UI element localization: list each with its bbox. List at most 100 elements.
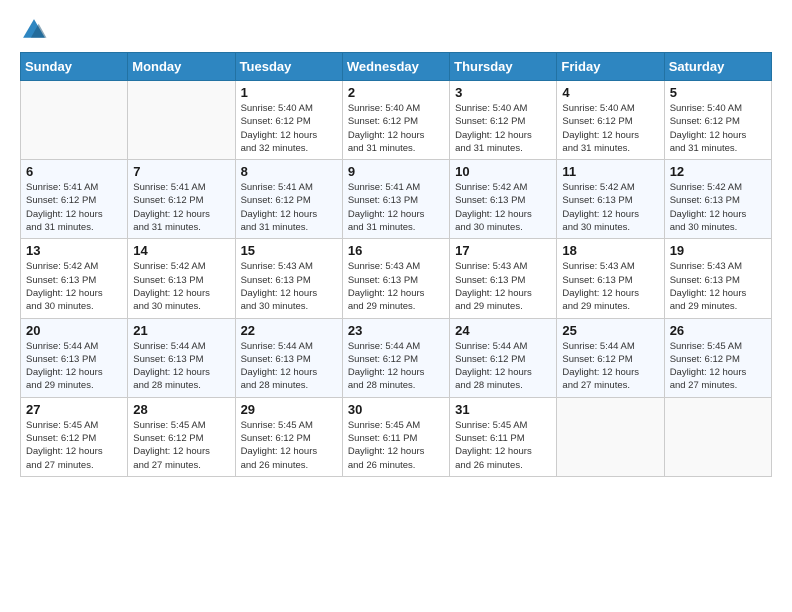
day-number: 8 [241,164,337,179]
day-info: Sunrise: 5:44 AM Sunset: 6:13 PM Dayligh… [133,340,229,393]
day-info: Sunrise: 5:43 AM Sunset: 6:13 PM Dayligh… [348,260,444,313]
weekday-header-thursday: Thursday [450,53,557,81]
day-number: 3 [455,85,551,100]
day-number: 26 [670,323,766,338]
day-info: Sunrise: 5:40 AM Sunset: 6:12 PM Dayligh… [455,102,551,155]
weekday-header-sunday: Sunday [21,53,128,81]
calendar-cell: 20 Sunrise: 5:44 AM Sunset: 6:13 PM Dayli… [21,318,128,397]
weekday-header-friday: Friday [557,53,664,81]
calendar-cell: 30 Sunrise: 5:45 AM Sunset: 6:11 PM Dayli… [342,397,449,476]
day-info: Sunrise: 5:41 AM Sunset: 6:13 PM Dayligh… [348,181,444,234]
day-info: Sunrise: 5:42 AM Sunset: 6:13 PM Dayligh… [670,181,766,234]
calendar-cell: 2 Sunrise: 5:40 AM Sunset: 6:12 PM Daylig… [342,81,449,160]
day-info: Sunrise: 5:45 AM Sunset: 6:12 PM Dayligh… [133,419,229,472]
header [20,16,772,44]
day-info: Sunrise: 5:45 AM Sunset: 6:12 PM Dayligh… [670,340,766,393]
calendar-cell: 10Sunrise: 5:42 AM Sunset: 6:13 PM Dayli… [450,160,557,239]
calendar-cell: 29 Sunrise: 5:45 AM Sunset: 6:12 PM Dayli… [235,397,342,476]
calendar-cell: 8Sunrise: 5:41 AM Sunset: 6:12 PM Daylig… [235,160,342,239]
day-info: Sunrise: 5:45 AM Sunset: 6:11 PM Dayligh… [455,419,551,472]
week-row-3: 13 Sunrise: 5:42 AM Sunset: 6:13 PM Dayli… [21,239,772,318]
calendar-cell [21,81,128,160]
day-info: Sunrise: 5:44 AM Sunset: 6:12 PM Dayligh… [348,340,444,393]
calendar-cell [664,397,771,476]
weekday-header-monday: Monday [128,53,235,81]
page: SundayMondayTuesdayWednesdayThursdayFrid… [0,0,792,493]
calendar-cell: 21 Sunrise: 5:44 AM Sunset: 6:13 PM Dayli… [128,318,235,397]
calendar-cell: 23 Sunrise: 5:44 AM Sunset: 6:12 PM Dayli… [342,318,449,397]
day-number: 9 [348,164,444,179]
day-info: Sunrise: 5:41 AM Sunset: 6:12 PM Dayligh… [133,181,229,234]
day-info: Sunrise: 5:45 AM Sunset: 6:11 PM Dayligh… [348,419,444,472]
calendar-cell: 28 Sunrise: 5:45 AM Sunset: 6:12 PM Dayli… [128,397,235,476]
day-info: Sunrise: 5:42 AM Sunset: 6:13 PM Dayligh… [562,181,658,234]
calendar-cell: 13 Sunrise: 5:42 AM Sunset: 6:13 PM Dayli… [21,239,128,318]
calendar-cell: 25 Sunrise: 5:44 AM Sunset: 6:12 PM Dayli… [557,318,664,397]
day-info: Sunrise: 5:44 AM Sunset: 6:13 PM Dayligh… [26,340,122,393]
day-number: 25 [562,323,658,338]
day-info: Sunrise: 5:45 AM Sunset: 6:12 PM Dayligh… [241,419,337,472]
week-row-1: 1Sunrise: 5:40 AM Sunset: 6:12 PM Daylig… [21,81,772,160]
calendar-cell: 1Sunrise: 5:40 AM Sunset: 6:12 PM Daylig… [235,81,342,160]
day-number: 20 [26,323,122,338]
day-number: 7 [133,164,229,179]
day-number: 17 [455,243,551,258]
day-info: Sunrise: 5:43 AM Sunset: 6:13 PM Dayligh… [455,260,551,313]
day-number: 5 [670,85,766,100]
day-info: Sunrise: 5:40 AM Sunset: 6:12 PM Dayligh… [348,102,444,155]
day-number: 23 [348,323,444,338]
day-number: 21 [133,323,229,338]
calendar-cell: 24Sunrise: 5:44 AM Sunset: 6:12 PM Dayli… [450,318,557,397]
day-number: 18 [562,243,658,258]
day-number: 19 [670,243,766,258]
logo [20,16,52,44]
week-row-4: 20 Sunrise: 5:44 AM Sunset: 6:13 PM Dayli… [21,318,772,397]
calendar-cell: 22Sunrise: 5:44 AM Sunset: 6:13 PM Dayli… [235,318,342,397]
logo-icon [20,16,48,44]
calendar-cell: 17 Sunrise: 5:43 AM Sunset: 6:13 PM Dayli… [450,239,557,318]
calendar-cell: 26 Sunrise: 5:45 AM Sunset: 6:12 PM Dayli… [664,318,771,397]
calendar-cell: 9 Sunrise: 5:41 AM Sunset: 6:13 PM Daylig… [342,160,449,239]
day-number: 2 [348,85,444,100]
calendar-cell: 6Sunrise: 5:41 AM Sunset: 6:12 PM Daylig… [21,160,128,239]
day-info: Sunrise: 5:44 AM Sunset: 6:12 PM Dayligh… [562,340,658,393]
day-number: 30 [348,402,444,417]
day-info: Sunrise: 5:43 AM Sunset: 6:13 PM Dayligh… [670,260,766,313]
calendar-cell: 18Sunrise: 5:43 AM Sunset: 6:13 PM Dayli… [557,239,664,318]
day-info: Sunrise: 5:45 AM Sunset: 6:12 PM Dayligh… [26,419,122,472]
day-info: Sunrise: 5:40 AM Sunset: 6:12 PM Dayligh… [670,102,766,155]
day-number: 27 [26,402,122,417]
calendar-cell: 7 Sunrise: 5:41 AM Sunset: 6:12 PM Daylig… [128,160,235,239]
weekday-header-row: SundayMondayTuesdayWednesdayThursdayFrid… [21,53,772,81]
day-number: 31 [455,402,551,417]
calendar: SundayMondayTuesdayWednesdayThursdayFrid… [20,52,772,477]
day-info: Sunrise: 5:41 AM Sunset: 6:12 PM Dayligh… [26,181,122,234]
day-info: Sunrise: 5:44 AM Sunset: 6:12 PM Dayligh… [455,340,551,393]
day-number: 13 [26,243,122,258]
weekday-header-saturday: Saturday [664,53,771,81]
day-info: Sunrise: 5:40 AM Sunset: 6:12 PM Dayligh… [562,102,658,155]
weekday-header-tuesday: Tuesday [235,53,342,81]
day-number: 15 [241,243,337,258]
calendar-cell: 4 Sunrise: 5:40 AM Sunset: 6:12 PM Daylig… [557,81,664,160]
day-info: Sunrise: 5:40 AM Sunset: 6:12 PM Dayligh… [241,102,337,155]
day-number: 28 [133,402,229,417]
day-number: 16 [348,243,444,258]
calendar-cell [557,397,664,476]
day-number: 29 [241,402,337,417]
day-number: 4 [562,85,658,100]
calendar-cell: 31 Sunrise: 5:45 AM Sunset: 6:11 PM Dayli… [450,397,557,476]
calendar-cell [128,81,235,160]
week-row-5: 27 Sunrise: 5:45 AM Sunset: 6:12 PM Dayli… [21,397,772,476]
calendar-cell: 16 Sunrise: 5:43 AM Sunset: 6:13 PM Dayli… [342,239,449,318]
day-number: 11 [562,164,658,179]
calendar-cell: 11 Sunrise: 5:42 AM Sunset: 6:13 PM Dayli… [557,160,664,239]
calendar-cell: 3 Sunrise: 5:40 AM Sunset: 6:12 PM Daylig… [450,81,557,160]
calendar-cell: 15Sunrise: 5:43 AM Sunset: 6:13 PM Dayli… [235,239,342,318]
calendar-cell: 27 Sunrise: 5:45 AM Sunset: 6:12 PM Dayli… [21,397,128,476]
calendar-cell: 19 Sunrise: 5:43 AM Sunset: 6:13 PM Dayli… [664,239,771,318]
day-info: Sunrise: 5:42 AM Sunset: 6:13 PM Dayligh… [133,260,229,313]
day-info: Sunrise: 5:42 AM Sunset: 6:13 PM Dayligh… [455,181,551,234]
day-info: Sunrise: 5:42 AM Sunset: 6:13 PM Dayligh… [26,260,122,313]
calendar-cell: 14Sunrise: 5:42 AM Sunset: 6:13 PM Dayli… [128,239,235,318]
